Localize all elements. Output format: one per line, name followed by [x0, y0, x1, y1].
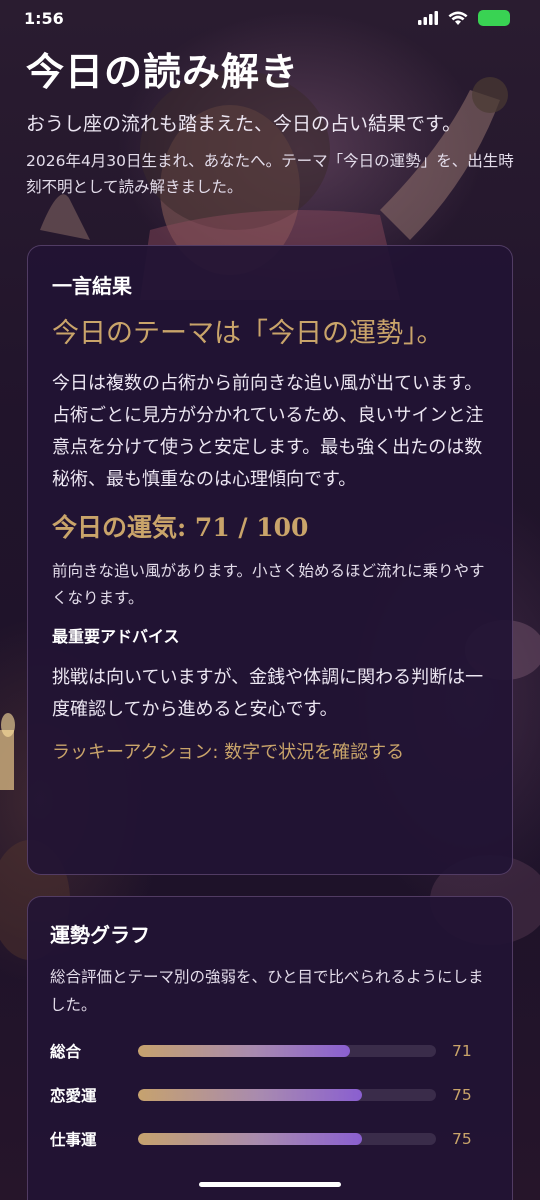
graph-description: 総合評価とテーマ別の強弱を、ひと目で比べられるようにしました。 — [50, 968, 484, 1014]
score-comment: 前向きな追い風があります。小さく始めるほど流れに乗りやすくなります。 — [52, 562, 485, 607]
bar-row-overall: 総合 71 — [50, 1029, 490, 1073]
page-title: 今日の読み解き — [26, 50, 300, 94]
bar-fill — [138, 1045, 350, 1057]
fortune-score: 今日の運気: 71 / 100 — [52, 513, 309, 542]
result-card: 一言結果 今日のテーマは「今日の運勢」。 今日は複数の占術から前向きな追い風が出… — [27, 245, 513, 875]
theme-headline: 今日のテーマは「今日の運勢」。 — [52, 318, 444, 349]
status-bar: 1:56 — [0, 0, 540, 36]
wifi-icon — [448, 11, 468, 25]
lucky-action: ラッキーアクション: 数字で状況を確認する — [52, 742, 405, 763]
status-time: 1:56 — [24, 8, 64, 28]
result-card-heading: 一言結果 — [52, 274, 132, 298]
bar-fill — [138, 1133, 362, 1145]
bar-label: 総合 — [50, 1043, 82, 1061]
bar-track — [138, 1045, 436, 1057]
bar-label: 仕事運 — [50, 1131, 97, 1149]
fortune-graph-card: 運勢グラフ 総合評価とテーマ別の強弱を、ひと目で比べられるようにしました。 総合… — [27, 896, 513, 1200]
page-subtitle: おうし座の流れも踏まえた、今日の占い結果です。 — [26, 113, 462, 135]
advice-heading: 最重要アドバイス — [52, 627, 180, 646]
graph-card-heading: 運勢グラフ — [50, 923, 150, 947]
bar-row-work: 仕事運 75 — [50, 1117, 490, 1161]
bar-fill — [138, 1089, 362, 1101]
battery-icon — [478, 10, 510, 26]
app-screen: 1:56 今日の読み解き おうし座の流れも踏まえた、今日の占い結果です。 202… — [0, 0, 540, 1200]
bar-row-love: 恋愛運 75 — [50, 1073, 490, 1117]
bar-track — [138, 1133, 436, 1145]
header: 今日の読み解き おうし座の流れも踏まえた、今日の占い結果です。 2026年4月3… — [26, 46, 516, 200]
status-icons — [418, 10, 510, 26]
bar-value: 75 — [452, 1130, 472, 1148]
cellular-signal-icon — [418, 11, 438, 25]
home-indicator[interactable] — [199, 1182, 341, 1187]
fortune-bars: 総合 71 恋愛運 75 仕事運 75 — [50, 1029, 490, 1161]
bar-track — [138, 1089, 436, 1101]
advice-text: 挑戦は向いていますが、金銭や体調に関わる判断は一度確認してから進めると安心です。 — [52, 667, 484, 720]
bar-value: 71 — [452, 1042, 472, 1060]
bar-label: 恋愛運 — [50, 1087, 97, 1105]
result-summary: 今日は複数の占術から前向きな追い風が出ています。占術ごとに見方が分かれているため… — [52, 373, 484, 490]
page-description: 2026年4月30日生まれ、あなたへ。テーマ「今日の運勢」を、出生時刻不明として… — [26, 152, 514, 196]
bar-value: 75 — [452, 1086, 472, 1104]
